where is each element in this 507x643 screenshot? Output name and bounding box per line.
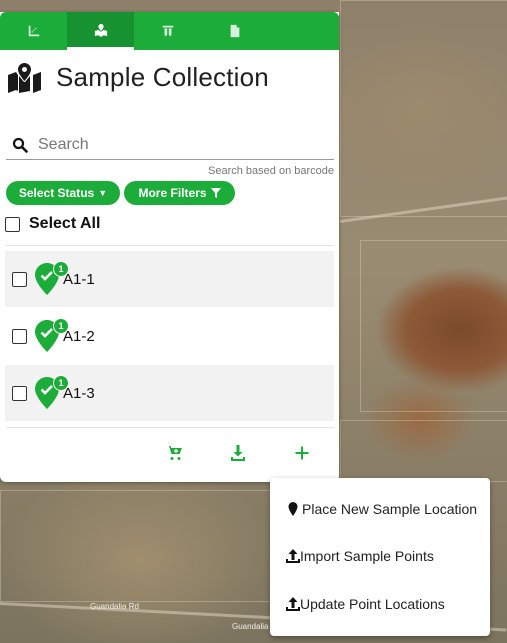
- map-field: [340, 420, 507, 482]
- upload-icon: [286, 597, 300, 611]
- search-hint: Search based on barcode: [208, 165, 334, 177]
- sample-row[interactable]: 1 A1-2: [5, 308, 334, 364]
- tab-bar: [0, 12, 339, 50]
- caret-down-icon: ▼: [98, 188, 108, 198]
- tab-measure[interactable]: [0, 12, 67, 50]
- count-badge: 1: [53, 375, 69, 391]
- tab-lab[interactable]: [134, 12, 201, 50]
- select-status-label: Select Status: [18, 186, 95, 200]
- plus-icon: [295, 446, 309, 460]
- sample-collection-panel: Sample Collection Search based on barcod…: [0, 12, 339, 482]
- sample-marker: 1: [35, 375, 69, 409]
- menu-item-label: Place New Sample Location: [302, 501, 478, 517]
- add-to-cart-button[interactable]: [163, 442, 185, 464]
- page-title: Sample Collection: [56, 62, 269, 92]
- ruler-icon: [28, 25, 39, 37]
- count-badge: 1: [53, 318, 69, 334]
- sample-checkbox[interactable]: [12, 271, 27, 287]
- road-label: Guandalia Rd: [90, 602, 139, 611]
- sample-marker: 1: [35, 261, 69, 295]
- filter-icon: [210, 188, 221, 198]
- search-input[interactable]: [36, 135, 320, 155]
- document-icon: [230, 24, 239, 38]
- select-all-row[interactable]: Select All: [5, 215, 100, 233]
- sample-row[interactable]: 1 A1-3: [5, 365, 334, 421]
- action-bar: [0, 436, 339, 476]
- cart-add-icon: [166, 446, 182, 460]
- select-all-label: Select All: [29, 215, 101, 232]
- search-icon: [12, 137, 28, 153]
- sample-checkbox[interactable]: [12, 385, 27, 401]
- download-button[interactable]: [227, 442, 249, 464]
- more-filters-label: More Filters: [138, 186, 207, 200]
- map-marker-icon: [94, 23, 107, 37]
- upload-icon: [286, 549, 300, 563]
- sample-marker: 1: [35, 318, 69, 352]
- map-field: [360, 240, 507, 412]
- download-icon: [231, 445, 245, 461]
- tab-reports[interactable]: [201, 12, 268, 50]
- divider: [6, 427, 334, 428]
- sample-checkbox[interactable]: [12, 328, 27, 344]
- test-tubes-icon: [162, 25, 173, 36]
- menu-item-update-point-locations[interactable]: Update Point Locations: [286, 596, 445, 612]
- map-field: [340, 0, 507, 217]
- menu-item-import-sample-points[interactable]: Import Sample Points: [286, 548, 434, 564]
- add-menu: Place New Sample Location Import Sample …: [270, 478, 490, 636]
- add-button[interactable]: [291, 442, 313, 464]
- count-badge: 1: [53, 261, 69, 277]
- more-filters-button[interactable]: More Filters: [124, 181, 235, 205]
- menu-item-label: Update Point Locations: [300, 596, 445, 612]
- select-all-checkbox[interactable]: [5, 216, 20, 232]
- divider: [6, 245, 334, 246]
- map-icon: [8, 62, 41, 93]
- menu-item-label: Import Sample Points: [300, 548, 434, 564]
- page-header: Sample Collection: [8, 62, 269, 93]
- sample-row[interactable]: 1 A1-1: [5, 251, 334, 307]
- tab-sample-collection[interactable]: [67, 12, 134, 50]
- menu-item-place-new-sample[interactable]: Place New Sample Location: [286, 501, 477, 517]
- search-bar: [6, 131, 334, 160]
- select-status-button[interactable]: Select Status ▼: [6, 181, 120, 205]
- map-pin-icon: [288, 502, 298, 516]
- map-field: [0, 490, 272, 602]
